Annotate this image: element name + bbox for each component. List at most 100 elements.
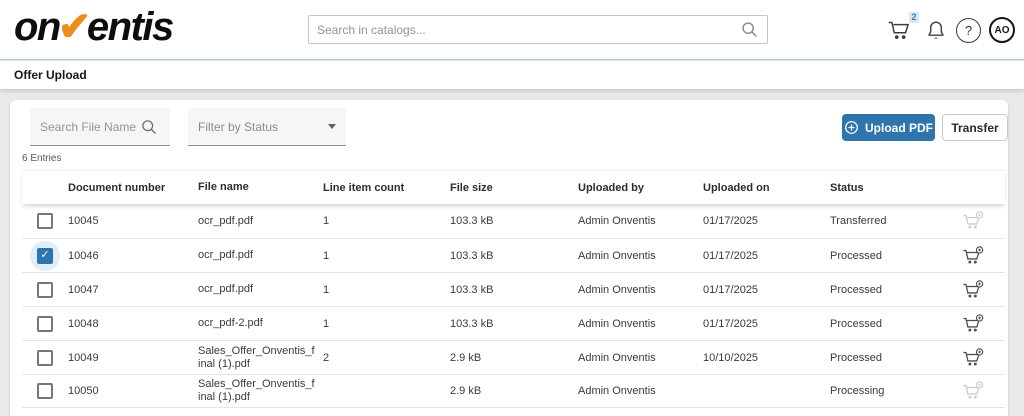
search-icon[interactable] [140,118,158,136]
row-checkbox[interactable] [37,316,53,332]
file-name-cell: ocr_pdf.pdf [198,215,323,228]
document-number-cell: 10050 [68,385,198,397]
bell-icon [924,18,948,44]
add-to-cart-icon[interactable] [961,279,985,301]
uploaded-by-cell: Admin Onventis [578,215,703,227]
document-number-cell: 10045 [68,215,198,227]
row-checkbox[interactable]: ✓ [37,248,53,264]
column-header-line-item-count: Line item count [323,182,450,194]
file-name-cell: Sales_Offer_Onventis_final (1).pdf [198,378,323,404]
uploaded-on-cell: 10/10/2025 [703,352,830,364]
row-checkbox[interactable] [37,282,53,298]
status-cell: Processed [830,352,950,364]
file-size-cell: 2.9 kB [450,385,578,397]
table-body: 10045 ocr_pdf.pdf 1 103.3 kB Admin Onven… [22,204,1005,408]
transfer-button[interactable]: Transfer [942,114,1008,141]
file-name-cell: ocr_pdf.pdf [198,249,323,262]
uploaded-by-cell: Admin Onventis [578,250,703,262]
document-number-cell: 10049 [68,352,198,364]
document-number-cell: 10046 [68,250,198,262]
line-item-count-cell: 1 [323,215,450,227]
file-size-cell: 103.3 kB [450,250,578,262]
add-to-cart-icon[interactable] [961,347,985,369]
upload-pdf-button[interactable]: Upload PDF [842,114,935,141]
add-to-cart-icon [961,380,985,402]
row-checkbox-halo [30,275,60,305]
table-row: 10049 Sales_Offer_Onventis_final (1).pdf… [22,340,1005,374]
column-header-uploaded-on: Uploaded on [703,182,830,194]
transfer-label: Transfer [951,121,998,135]
notifications-button[interactable] [924,18,950,46]
uploaded-on-cell: 01/17/2025 [703,284,830,296]
table-row: 10047 ocr_pdf.pdf 1 103.3 kB Admin Onven… [22,272,1005,306]
cart-badge: 2 [909,12,919,23]
document-number-cell: 10048 [68,318,198,330]
plus-circle-icon [844,120,859,135]
row-checkbox-halo [30,376,60,406]
file-name-cell: Sales_Offer_Onventis_final (1).pdf [198,345,323,371]
status-cell: Processed [830,284,950,296]
row-checkbox[interactable] [37,350,53,366]
row-checkbox[interactable] [37,213,53,229]
table-row: ✓ 10046 ocr_pdf.pdf 1 103.3 kB Admin Onv… [22,238,1005,272]
uploaded-on-cell: 01/17/2025 [703,318,830,330]
uploaded-by-cell: Admin Onventis [578,284,703,296]
column-header-status: Status [830,182,950,194]
file-size-cell: 103.3 kB [450,318,578,330]
breadcrumb-bar: Offer Upload [0,61,1024,89]
file-size-cell: 103.3 kB [450,215,578,227]
line-item-count-cell: 1 [323,318,450,330]
file-name-cell: ocr_pdf-2.pdf [198,317,323,330]
file-name-search-box [30,108,170,146]
document-number-cell: 10047 [68,284,198,296]
offers-table: Document number File name Line item coun… [22,170,1005,408]
status-cell: Processed [830,250,950,262]
add-to-cart-icon[interactable] [961,245,985,267]
header-cart-button[interactable]: 2 [886,17,918,47]
page-title: Offer Upload [14,61,87,89]
upload-pdf-label: Upload PDF [865,121,933,135]
status-cell: Transferred [830,215,950,227]
question-mark-icon: ? [965,23,972,38]
status-cell: Processing [830,385,950,397]
search-icon[interactable] [740,20,759,39]
top-header: on✔entis 2 ? AO [0,0,1024,60]
status-filter-dropdown[interactable]: Filter by Status [188,108,346,146]
table-row: 10048 ocr_pdf-2.pdf 1 103.3 kB Admin Onv… [22,306,1005,340]
uploaded-on-cell: 01/17/2025 [703,215,830,227]
line-item-count-cell: 1 [323,284,450,296]
row-checkbox-halo [30,206,60,236]
table-header-row: Document number File name Line item coun… [22,170,1005,204]
offer-upload-card: Filter by Status Upload PDF Transfer 6 E… [10,100,1008,416]
file-name-search-input[interactable] [40,120,140,134]
line-item-count-cell: 2 [323,352,450,364]
logo-checkmark-icon: ✔ [58,5,90,49]
help-button[interactable]: ? [956,18,981,43]
column-header-document-number: Document number [68,182,198,194]
logo-text-end: entis [87,5,173,49]
onventis-logo[interactable]: on✔entis [14,4,173,50]
logo-text-start: on [14,5,60,49]
uploaded-by-cell: Admin Onventis [578,352,703,364]
user-avatar[interactable]: AO [989,17,1015,43]
row-checkbox-halo: ✓ [30,241,60,271]
status-filter-value: Filter by Status [198,120,278,134]
add-to-cart-icon [961,210,985,232]
chevron-down-icon [328,124,336,129]
row-checkbox-halo [30,343,60,373]
file-size-cell: 103.3 kB [450,284,578,296]
column-header-file-size: File size [450,182,578,194]
table-row: 10045 ocr_pdf.pdf 1 103.3 kB Admin Onven… [22,204,1005,238]
uploaded-on-cell: 01/17/2025 [703,250,830,262]
uploaded-by-cell: Admin Onventis [578,318,703,330]
column-header-file-name: File name [198,181,323,194]
row-checkbox[interactable] [37,383,53,399]
status-cell: Processed [830,318,950,330]
uploaded-by-cell: Admin Onventis [578,385,703,397]
add-to-cart-icon[interactable] [961,313,985,335]
catalog-search-input[interactable] [317,23,740,37]
table-row: 10050 Sales_Offer_Onventis_final (1).pdf… [22,374,1005,408]
file-name-cell: ocr_pdf.pdf [198,283,323,296]
catalog-search-box [308,15,768,44]
avatar-initials: AO [995,25,1010,36]
